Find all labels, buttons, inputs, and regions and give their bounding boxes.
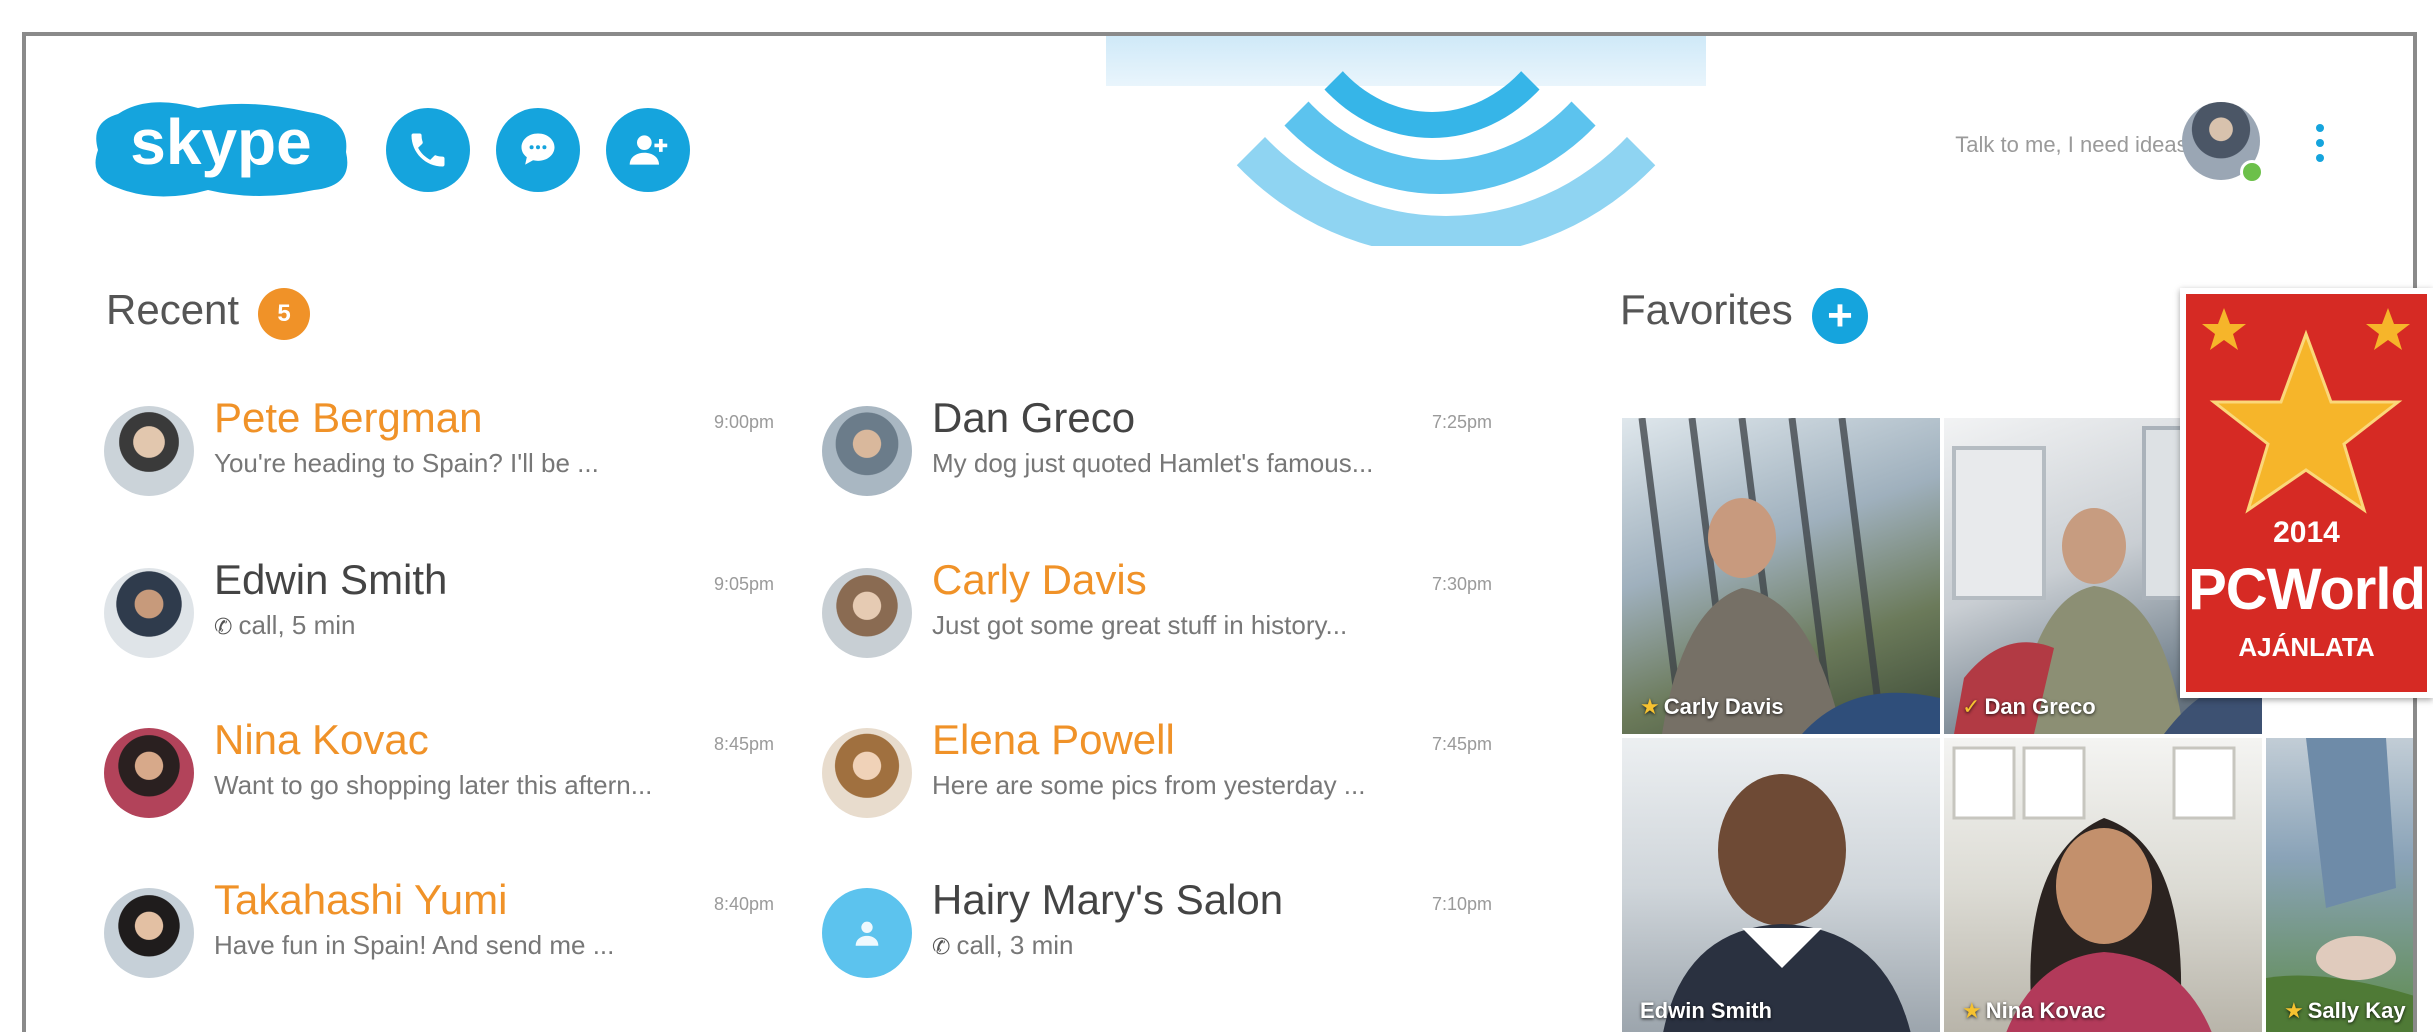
contact-name: Edwin Smith — [214, 556, 448, 603]
contact-name: Elena Powell — [932, 716, 1175, 763]
message-time: 7:10pm — [1432, 894, 1493, 914]
message-preview: You're heading to Spain? I'll be ... — [214, 448, 599, 478]
more-options-button[interactable] — [2310, 124, 2330, 170]
message-button[interactable] — [496, 108, 580, 192]
call-icon: ✆ — [214, 614, 233, 639]
skype-logo: skype — [95, 102, 348, 197]
contact-name: Pete Bergman — [214, 394, 483, 441]
recent-item[interactable]: Takahashi Yumi 8:40pm Have fun in Spain!… — [104, 876, 804, 1008]
contact-name: Nina Kovac — [214, 716, 429, 763]
favorite-tile[interactable]: Edwin Smith — [1622, 738, 1940, 1032]
award-brand: PCWorld — [2188, 557, 2426, 622]
pcworld-award-badge: 2014 PCWorld AJÁNLATA — [2180, 288, 2433, 698]
avatar — [822, 568, 912, 658]
favorite-star-icon: ★ — [2284, 998, 2304, 1023]
recent-count-badge: 5 — [258, 288, 310, 340]
message-time: 8:40pm — [714, 894, 775, 914]
svg-text:skype: skype — [130, 106, 311, 178]
message-time: 8:45pm — [714, 734, 775, 754]
contact-name: Dan Greco — [932, 394, 1136, 441]
recent-item[interactable]: Pete Bergman 9:00pm You're heading to Sp… — [104, 394, 804, 526]
skype-window: skype Talk to me, I need ideas... Recent… — [22, 32, 2417, 1032]
award-subtitle: AJÁNLATA — [2238, 632, 2375, 662]
favorite-name: Edwin Smith — [1640, 998, 1772, 1023]
avatar — [822, 728, 912, 818]
favorites-title: Favorites — [1620, 286, 1793, 333]
recent-item[interactable]: Dan Greco 7:25pm My dog just quoted Haml… — [822, 394, 1522, 526]
recent-title: Recent — [106, 286, 240, 333]
favorite-tile[interactable]: ★ Sally Kay — [2266, 738, 2413, 1032]
add-person-icon — [629, 135, 668, 165]
avatar — [822, 888, 912, 978]
message-preview: ✆ call, 3 min — [932, 930, 1074, 960]
message-time: 9:05pm — [714, 574, 775, 594]
kebab-icon — [2316, 124, 2324, 132]
award-year: 2014 — [2273, 516, 2340, 549]
message-preview: My dog just quoted Hamlet's famous... — [932, 448, 1374, 478]
check-icon: ✓ — [1962, 694, 1981, 719]
online-status-indicator — [2240, 160, 2264, 184]
contact-name: Takahashi Yumi — [214, 876, 508, 923]
call-icon: ✆ — [932, 934, 951, 959]
favorite-star-icon: ★ — [1640, 694, 1660, 719]
message-time: 7:25pm — [1432, 412, 1493, 432]
recent-item[interactable]: Hairy Mary's Salon 7:10pm ✆ call, 3 min — [822, 876, 1522, 1008]
message-preview: Here are some pics from yesterday ... — [932, 770, 1366, 800]
add-contact-button[interactable] — [606, 108, 690, 192]
avatar — [822, 406, 912, 496]
mood-message[interactable]: Talk to me, I need ideas... — [1806, 132, 2206, 158]
award-small-star-icon — [2366, 308, 2410, 350]
avatar — [104, 406, 194, 496]
avatar — [104, 568, 194, 658]
favorite-name: Carly Davis — [1663, 694, 1784, 719]
contact-name: Carly Davis — [932, 556, 1147, 603]
avatar — [104, 728, 194, 818]
add-favorite-button[interactable]: + — [1812, 288, 1868, 344]
favorite-name: Nina Kovac — [1985, 998, 2106, 1023]
favorite-name: Sally Kay — [2307, 998, 2406, 1023]
header-decoration — [1106, 36, 1706, 246]
person-icon — [855, 921, 879, 946]
message-time: 7:45pm — [1432, 734, 1493, 754]
message-time: 9:00pm — [714, 412, 775, 432]
call-button[interactable] — [386, 108, 470, 192]
avatar — [104, 888, 194, 978]
favorite-tile[interactable]: ★ Nina Kovac — [1944, 738, 2262, 1032]
recent-item[interactable]: Carly Davis 7:30pm Just got some great s… — [822, 556, 1522, 688]
recent-item[interactable]: Edwin Smith 9:05pm ✆ call, 5 min — [104, 556, 804, 688]
contact-name: Hairy Mary's Salon — [932, 876, 1284, 923]
message-preview: ✆ call, 5 min — [214, 610, 356, 640]
message-preview: Want to go shopping later this aftern... — [214, 770, 653, 800]
message-time: 7:30pm — [1432, 574, 1493, 594]
chat-bubble-icon — [521, 133, 555, 165]
recent-item[interactable]: Elena Powell 7:45pm Here are some pics f… — [822, 716, 1522, 848]
favorite-star-icon: ★ — [1962, 998, 1982, 1023]
award-small-star-icon — [2202, 308, 2246, 350]
phone-icon — [411, 133, 445, 167]
recent-item[interactable]: Nina Kovac 8:45pm Want to go shopping la… — [104, 716, 804, 848]
message-preview: Have fun in Spain! And send me ... — [214, 930, 615, 960]
award-star-icon — [2209, 329, 2403, 514]
message-preview: Just got some great stuff in history... — [932, 610, 1348, 640]
favorite-tile[interactable]: ★ Carly Davis — [1622, 418, 1940, 734]
favorite-name: Dan Greco — [1984, 694, 2096, 719]
